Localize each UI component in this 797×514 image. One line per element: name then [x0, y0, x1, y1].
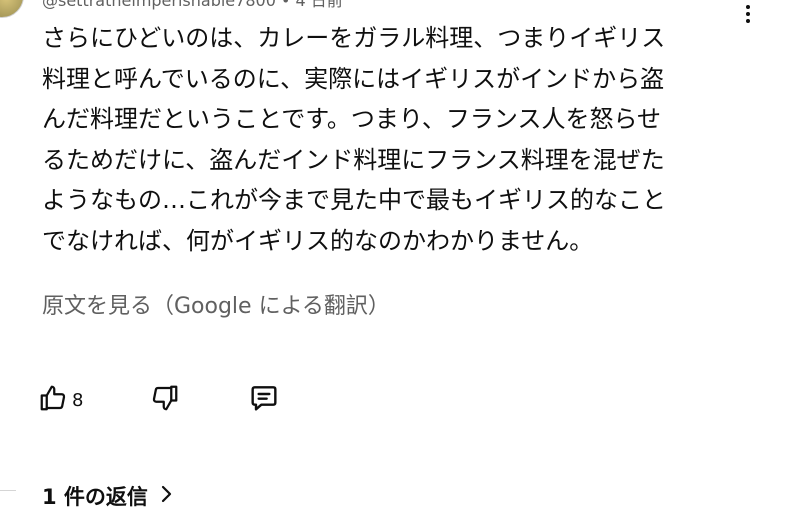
reply-button[interactable] [248, 380, 280, 420]
comment-line: でなければ、何がイギリス的なのかわかりません。 [42, 226, 594, 255]
comment-line: 料理と呼んでいるのに、実際にはイギリスがインドから盗 [42, 64, 665, 93]
comment-line: るためだけに、盗んだインド料理にフランス料理を混ぜた [42, 145, 665, 174]
replies-label: 1 件の返信 [42, 485, 148, 509]
comment-meta: @settratheimperishable7800 • 4 日前 [42, 0, 343, 10]
more-dot [746, 5, 750, 9]
comment-icon [248, 382, 280, 418]
comment-line: さらにひどいのは、カレーをガラル料理、つまりイギリス [42, 24, 666, 52]
comment-time[interactable]: 4 日前 [296, 0, 343, 10]
thread-connector-line [0, 460, 16, 491]
dislike-button[interactable] [150, 380, 180, 420]
comment-line: んだ料理だということです。つまり、フランス人を怒らせ [42, 105, 661, 133]
like-button[interactable]: 8 [38, 380, 83, 420]
author-handle[interactable]: @settratheimperishable7800 [42, 0, 276, 10]
more-dot [746, 12, 750, 16]
meta-separator: • [280, 0, 291, 10]
avatar[interactable] [0, 0, 24, 18]
like-count: 8 [72, 389, 84, 411]
chevron-right-icon [158, 484, 174, 509]
view-replies-button[interactable]: 1 件の返信 [42, 480, 174, 512]
comment-line: ようなもの…これが今まで見た中で最もイギリス的なこと [42, 186, 666, 214]
comment-text: さらにひどいのは、カレーをガラル料理、つまりイギリス 料理と呼んでいるのに、実際… [42, 18, 742, 261]
see-original-link[interactable]: 原文を見る（Google による翻訳） [42, 288, 390, 320]
thumbs-down-icon [150, 383, 180, 417]
more-dot [746, 19, 750, 23]
thumbs-up-icon [38, 383, 68, 417]
